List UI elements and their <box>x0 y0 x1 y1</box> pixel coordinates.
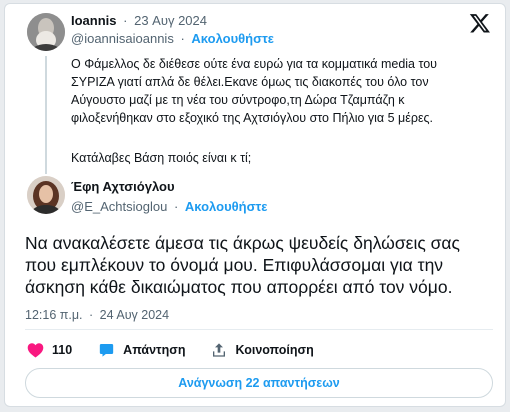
quoted-text-line: Ο Φάμελλος δε διέθεσε ούτε ένα ευρώ για … <box>71 57 438 71</box>
like-button[interactable]: 110 <box>27 342 72 358</box>
share-button[interactable]: Κοινοποίηση <box>211 342 314 358</box>
main-text-line: που εμπλέκουν το όνομά μου. Επιφυλάσσομα… <box>25 255 444 275</box>
main-post-text: Να ανακαλέσετε άμεσα τις άκρως ψευδείς δ… <box>25 232 503 298</box>
quoted-text-extra: Κατάλαβες Βάση ποιός είναι κ τί; <box>71 151 252 165</box>
quoted-author-name[interactable]: Ioannis <box>71 13 117 28</box>
separator-dot: · <box>89 308 94 322</box>
heart-icon <box>27 343 44 358</box>
post-time: 12:16 π.μ. <box>25 308 83 322</box>
reply-label: Απάντηση <box>123 343 186 357</box>
share-icon <box>213 343 226 357</box>
likes-count: 110 <box>52 343 73 357</box>
quoted-text-line: ΣΥΡΙΖΑ γιατί απλά δε θέλει.Εκανε όμως τι… <box>71 75 429 89</box>
quoted-post-date[interactable]: 23 Αυγ 2024 <box>134 13 207 28</box>
separator-dot: · <box>180 31 185 46</box>
thread-line <box>45 56 47 174</box>
reply-button[interactable]: Απάντηση <box>98 342 185 358</box>
main-author-handle-row: @E_Achtsioglou · Ακολουθήστε <box>71 199 267 214</box>
separator-dot: · <box>123 13 128 28</box>
main-author-handle[interactable]: @E_Achtsioglou <box>71 199 167 214</box>
quoted-text-line: Αύγουστο μαζί με τη νέα του σύντροφο,τη … <box>71 93 405 107</box>
main-text-line: Να ανακαλέσετε άμεσα τις άκρως ψευδείς δ… <box>25 233 460 253</box>
quoted-text-line: φιλοξενήθηκαν στο εξοχικό της Αχτσιόγλου… <box>71 111 434 125</box>
follow-button[interactable]: Ακολουθήστε <box>185 199 268 214</box>
post-timestamp[interactable]: 12:16 π.μ. · 24 Αυγ 2024 <box>25 308 169 322</box>
separator-dot: · <box>173 199 179 214</box>
quoted-post-text: Ο Φάμελλος δε διέθεσε ούτε ένα ευρώ για … <box>71 55 499 127</box>
read-replies-button[interactable]: Ανάγνωση 22 απαντήσεων <box>25 368 493 398</box>
quoted-author-avatar[interactable] <box>27 13 65 51</box>
quoted-author-handle-row: @ioannisaioannis · Ακολουθήστε <box>71 31 274 46</box>
main-author-name[interactable]: Έφη Αχτσιόγλου <box>71 179 175 194</box>
divider <box>25 329 493 330</box>
share-label: Κοινοποίηση <box>235 343 314 357</box>
quoted-author-handle[interactable]: @ioannisaioannis <box>71 31 174 46</box>
action-bar: 110 Απάντηση Κοινοποίηση <box>27 341 340 359</box>
main-text-line: άσκηση κάθε δικαιώματος που απορρέει από… <box>25 277 453 297</box>
reply-icon <box>100 344 114 357</box>
main-author-avatar[interactable] <box>27 176 65 214</box>
post-date: 24 Αυγ 2024 <box>99 308 170 322</box>
quoted-post-header: Ioannis · 23 Αυγ 2024 <box>71 13 207 28</box>
x-logo-icon[interactable] <box>469 12 491 34</box>
tweet-embed-card: Ioannis · 23 Αυγ 2024 @ioannisaioannis ·… <box>4 3 506 407</box>
follow-button[interactable]: Ακολουθήστε <box>191 31 274 46</box>
